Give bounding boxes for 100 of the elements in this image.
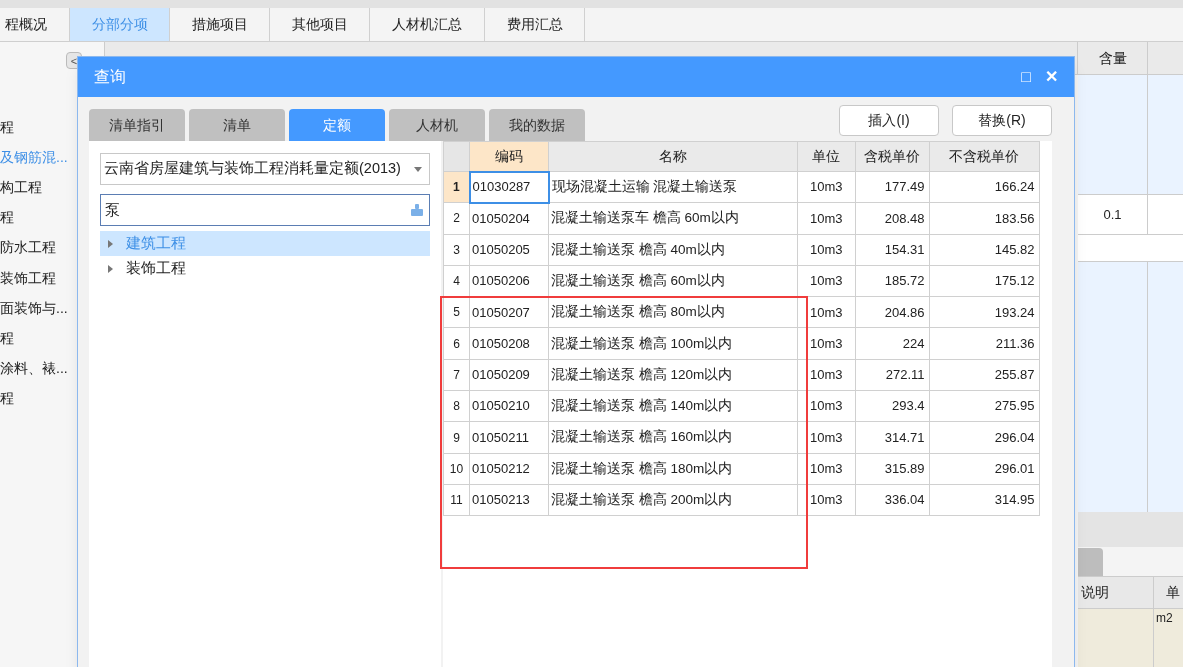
column-header[interactable]: 编码 — [469, 141, 549, 172]
table-cell: 01050211 — [469, 421, 549, 454]
table-cell: 10m3 — [797, 171, 856, 203]
column-header[interactable]: 不含税单价 — [929, 141, 1040, 172]
table-cell: 混凝土输送泵 檐高 200m以内 — [548, 484, 798, 516]
table-cell: 314.71 — [855, 421, 930, 454]
column-header[interactable]: 含税单价 — [855, 141, 930, 172]
table-cell: 224 — [855, 328, 930, 360]
row-number: 9 — [443, 421, 470, 454]
table-cell: m2 — [1153, 609, 1173, 667]
table-cell: 154.31 — [855, 234, 930, 266]
tree-item[interactable]: 装饰工程 — [100, 256, 430, 281]
table-cell: 293.4 — [855, 390, 930, 422]
table-cell: 10m3 — [797, 359, 856, 391]
table-cell: 10m3 — [797, 234, 856, 266]
table-cell: 01050212 — [469, 453, 549, 485]
table-row[interactable]: 6 01050208 混凝土输送泵 檐高 100m以内 10m3 224 211.36 — [443, 328, 1040, 360]
table-cell: 混凝土输送泵 檐高 120m以内 — [548, 359, 798, 391]
table-cell: 183.56 — [929, 202, 1040, 235]
column-header: 含量 — [1078, 42, 1148, 74]
table-cell: 混凝土输送泵 檐高 40m以内 — [548, 234, 798, 266]
table-cell: 314.95 — [929, 484, 1040, 516]
table-cell: 10m3 — [797, 202, 856, 235]
table-cell: 10m3 — [797, 421, 856, 454]
dialog-title: 查询 — [94, 67, 127, 87]
search-field[interactable]: 泵 — [100, 194, 430, 226]
table-cell: 01050213 — [469, 484, 549, 516]
table-row[interactable]: 3 01050205 混凝土输送泵 檐高 40m以内 10m3 154.31 145.82 — [443, 234, 1040, 266]
table-cell: 296.04 — [929, 421, 1040, 454]
table-row[interactable]: 2 01050204 混凝土输送泵车 檐高 60m以内 10m3 208.48 183.56 — [443, 202, 1040, 235]
table-cell: 177.49 — [855, 171, 930, 203]
column-header: 说明 — [1080, 583, 1110, 602]
table-cell: 145.82 — [929, 234, 1040, 266]
table-cell: 现场混凝土运输 混凝土输送泵 — [548, 171, 798, 203]
dialog-tab[interactable]: 我的数据 — [489, 109, 585, 141]
table-row[interactable]: 4 01050206 混凝土输送泵 檐高 60m以内 10m3 185.72 175.12 — [443, 265, 1040, 297]
table-cell: 275.95 — [929, 390, 1040, 422]
table-row[interactable]: 5 01050207 混凝土输送泵 檐高 80m以内 10m3 204.86 193.24 — [443, 296, 1040, 328]
row-number: 6 — [443, 328, 470, 360]
row-number: 8 — [443, 390, 470, 422]
dialog-tab[interactable]: 清单指引 — [89, 109, 185, 141]
table-cell: 193.24 — [929, 296, 1040, 328]
row-number: 4 — [443, 265, 470, 297]
action-button[interactable]: 插入(I) — [839, 105, 939, 136]
column-header: 单 — [1153, 577, 1180, 608]
table-cell: 0.1 — [1078, 195, 1148, 234]
expand-triangle-icon[interactable] — [108, 239, 114, 248]
table-cell: 185.72 — [855, 265, 930, 297]
column-header[interactable]: 名称 — [548, 141, 798, 172]
table-row[interactable]: 7 01050209 混凝土输送泵 檐高 120m以内 10m3 272.11 255.87 — [443, 359, 1040, 391]
row-number: 1 — [443, 171, 470, 203]
table-cell: 01050207 — [469, 296, 549, 328]
dialog-tab[interactable]: 清单 — [189, 109, 285, 141]
row-number: 5 — [443, 296, 470, 328]
table-cell: 10m3 — [797, 296, 856, 328]
row-number: 11 — [443, 484, 470, 516]
table-cell: 混凝土输送泵 檐高 180m以内 — [548, 453, 798, 485]
row-number: 7 — [443, 359, 470, 391]
table-cell: 10m3 — [797, 328, 856, 360]
table-cell: 211.36 — [929, 328, 1040, 360]
table-cell: 272.11 — [855, 359, 930, 391]
table-cell: 10m3 — [797, 390, 856, 422]
table-cell: 208.48 — [855, 202, 930, 235]
table-row[interactable]: 11 01050213 混凝土输送泵 檐高 200m以内 10m3 336.04 314.95 — [443, 484, 1040, 516]
row-number: 3 — [443, 234, 470, 266]
table-cell: 10m3 — [797, 484, 856, 516]
expand-triangle-icon[interactable] — [108, 264, 114, 273]
table-cell: 混凝土输送泵 檐高 140m以内 — [548, 390, 798, 422]
table-cell: 01050205 — [469, 234, 549, 266]
table-row[interactable]: 1 01030287 现场混凝土运输 混凝土输送泵 10m3 177.49 166.24 — [443, 171, 1040, 203]
action-button[interactable]: 替换(R) — [952, 105, 1052, 136]
table-row[interactable]: 10 01050212 混凝土输送泵 檐高 180m以内 10m3 315.89 296.01 — [443, 453, 1040, 485]
scrollbar[interactable] — [1078, 512, 1183, 547]
table-cell: 01050206 — [469, 265, 549, 297]
dropdown-caret-icon — [414, 166, 422, 172]
library-dropdown[interactable]: 云南省房屋建筑与装饰工程消耗量定额(2013) — [100, 153, 430, 185]
table-cell: 166.24 — [929, 171, 1040, 203]
clear-brush-icon[interactable] — [410, 203, 424, 217]
table-cell: 296.01 — [929, 453, 1040, 485]
table-cell: 01050210 — [469, 390, 549, 422]
table-cell: 混凝土输送泵 檐高 160m以内 — [548, 421, 798, 454]
table-cell: 336.04 — [855, 484, 930, 516]
table-cell: 混凝土输送泵 檐高 100m以内 — [548, 328, 798, 360]
dialog-tab[interactable]: 人材机 — [389, 109, 485, 141]
table-cell: 01050204 — [469, 202, 549, 235]
table-cell: 255.87 — [929, 359, 1040, 391]
table-cell: 混凝土输送泵 檐高 80m以内 — [548, 296, 798, 328]
column-header[interactable]: 单位 — [797, 141, 856, 172]
row-number: 2 — [443, 202, 470, 235]
table-cell: 204.86 — [855, 296, 930, 328]
row-number: 10 — [443, 453, 470, 485]
table-row[interactable]: 9 01050211 混凝土输送泵 檐高 160m以内 10m3 314.71 296.04 — [443, 421, 1040, 454]
table-cell: 01030287 — [469, 171, 549, 203]
table-cell: 01050208 — [469, 328, 549, 360]
table-cell: 混凝土输送泵车 檐高 60m以内 — [548, 202, 798, 235]
table-cell: 315.89 — [855, 453, 930, 485]
table-row[interactable]: 8 01050210 混凝土输送泵 檐高 140m以内 10m3 293.4 275.95 — [443, 390, 1040, 422]
table-cell: 混凝土输送泵 檐高 60m以内 — [548, 265, 798, 297]
table-cell: 01050209 — [469, 359, 549, 391]
table-cell: 10m3 — [797, 453, 856, 485]
